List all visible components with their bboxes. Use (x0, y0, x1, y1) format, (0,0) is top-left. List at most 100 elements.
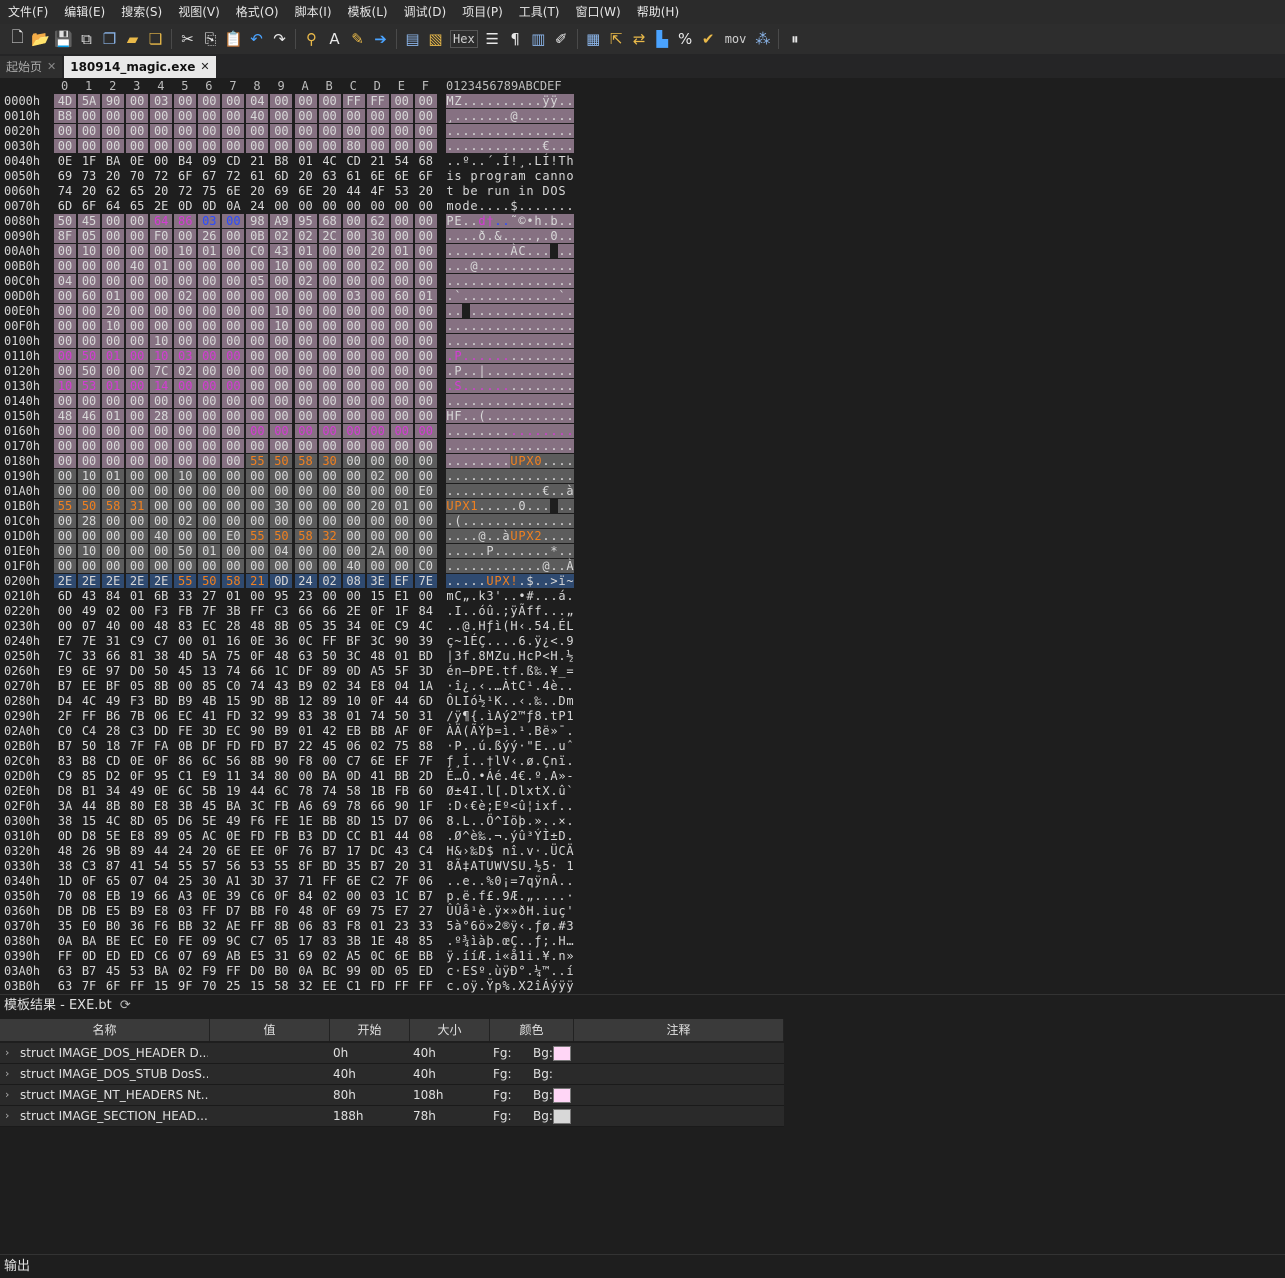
hex-byte[interactable]: 45 (174, 664, 196, 678)
ascii-char[interactable]: . (478, 124, 486, 138)
hex-byte[interactable]: EC (174, 709, 196, 723)
ascii-char[interactable]: g (494, 169, 502, 183)
hex-byte[interactable]: FE (270, 814, 292, 828)
hex-byte[interactable]: 85 (415, 934, 437, 948)
ascii-char[interactable]: ó (470, 694, 478, 708)
ascii-char[interactable]: . (470, 679, 478, 693)
hex-byte[interactable]: FF (246, 604, 268, 618)
ascii-char[interactable]: ý (510, 829, 518, 843)
hex-byte[interactable]: 00 (150, 109, 173, 123)
hex-byte[interactable]: 14 (150, 379, 173, 393)
ascii-char[interactable]: . (478, 754, 486, 768)
hex-byte[interactable]: 00 (366, 334, 389, 348)
ascii-char[interactable]: Ã (470, 724, 478, 738)
hex-byte[interactable]: FF (78, 709, 100, 723)
hex-byte[interactable]: 00 (414, 274, 437, 288)
ascii-char[interactable]: ½ (534, 859, 542, 873)
ascii-char[interactable]: » (550, 724, 558, 738)
ascii-char[interactable]: P (558, 709, 566, 723)
hex-byte[interactable]: 00 (366, 274, 389, 288)
hex-byte[interactable]: 95 (150, 769, 172, 783)
ascii-char[interactable]: . (510, 439, 518, 453)
hex-byte[interactable]: 00 (54, 289, 76, 303)
ascii-char[interactable]: ‹ (518, 919, 526, 933)
hex-byte[interactable]: 4C (319, 154, 341, 168)
hex-byte[interactable]: 00 (78, 484, 101, 498)
ascii-char[interactable]: . (470, 304, 478, 318)
ascii-char[interactable]: . (446, 529, 454, 543)
ascii-char[interactable]: ‰ (478, 829, 486, 843)
ascii-char[interactable]: . (454, 574, 462, 588)
hex-byte[interactable]: 42 (319, 724, 341, 738)
ascii-char[interactable]: S (510, 859, 518, 873)
hex-byte[interactable]: 40 (126, 259, 149, 273)
ascii-char[interactable]: n (558, 169, 566, 183)
ascii-char[interactable]: . (518, 364, 526, 378)
ascii-char[interactable]: . (446, 514, 454, 528)
ascii-char[interactable]: . (470, 289, 478, 303)
hex-byte[interactable]: 56 (222, 754, 244, 768)
hex-byte[interactable]: EB (343, 724, 365, 738)
save-as-icon[interactable]: ⧉ (75, 28, 98, 51)
hex-byte[interactable]: F0 (270, 904, 292, 918)
hex-byte[interactable]: 0D (343, 664, 365, 678)
ascii-char[interactable]: . (486, 94, 494, 108)
hex-byte[interactable]: 6B (150, 589, 172, 603)
hex-byte[interactable]: F6 (246, 814, 268, 828)
ascii-char[interactable]: . (470, 364, 478, 378)
hex-byte[interactable]: E0 (222, 529, 245, 543)
ascii-char[interactable]: . (518, 124, 526, 138)
hex-byte[interactable]: 00 (222, 499, 245, 513)
ascii-char[interactable]: t (502, 664, 510, 678)
ascii-char[interactable]: . (502, 349, 510, 363)
hex-byte[interactable]: 00 (342, 334, 365, 348)
hex-byte[interactable]: 21 (367, 154, 389, 168)
hex-byte[interactable]: 20 (295, 169, 317, 183)
hex-byte[interactable]: 00 (198, 364, 221, 378)
hex-byte[interactable]: 00 (342, 454, 365, 468)
ascii-char[interactable]: O (550, 184, 558, 198)
hex-byte[interactable]: 00 (270, 289, 293, 303)
hex-byte[interactable]: 6E (391, 169, 413, 183)
ascii-char[interactable]: = (566, 664, 574, 678)
ascii-char[interactable]: e (470, 184, 478, 198)
ascii-char[interactable]: . (494, 484, 502, 498)
ascii-char[interactable]: . (518, 574, 526, 588)
ascii-char[interactable]: ! (510, 574, 518, 588)
hex-byte[interactable]: 99 (270, 709, 292, 723)
hex-byte[interactable]: 00 (246, 124, 269, 138)
hex-byte[interactable]: 62 (102, 184, 124, 198)
ascii-char[interactable]: . (486, 259, 494, 273)
ascii-char[interactable]: . (478, 379, 486, 393)
ascii-char[interactable]: ; (502, 604, 510, 618)
hex-byte[interactable]: 00 (222, 259, 245, 273)
hex-byte[interactable]: DF (198, 739, 220, 753)
ascii-char[interactable]: . (534, 364, 542, 378)
ascii-char[interactable]: ^ (462, 829, 470, 843)
ascii-char[interactable]: ( (454, 514, 462, 528)
hex-byte[interactable]: 00 (222, 334, 245, 348)
hex-byte[interactable]: 49 (78, 604, 100, 618)
hex-byte[interactable]: 00 (415, 589, 437, 603)
ascii-char[interactable]: . (494, 379, 502, 393)
ascii-char[interactable]: . (478, 349, 486, 363)
hex-byte[interactable]: 1E (295, 814, 317, 828)
ascii-char[interactable]: . (494, 529, 502, 543)
ascii-char[interactable]: E (494, 799, 502, 813)
hex-byte[interactable]: 00 (174, 304, 197, 318)
ascii-char[interactable]: & (494, 229, 502, 243)
ascii-char[interactable]: û (518, 829, 526, 843)
ascii-char[interactable]: . (566, 544, 574, 558)
hex-byte[interactable]: 00 (246, 484, 269, 498)
ascii-char[interactable]: ¿ (462, 679, 470, 693)
ascii-char[interactable]: . (526, 364, 534, 378)
hex-byte[interactable]: 00 (318, 409, 341, 423)
hex-byte[interactable]: 00 (102, 559, 125, 573)
ascii-char[interactable]: . (510, 124, 518, 138)
ascii-char[interactable]: . (494, 289, 502, 303)
ascii-char[interactable]: . (470, 619, 478, 633)
ascii-char[interactable]: P (446, 214, 454, 228)
ascii-char[interactable]: Á (486, 769, 494, 783)
ascii-char[interactable]: K (494, 694, 502, 708)
ascii-char[interactable]: . (494, 394, 502, 408)
